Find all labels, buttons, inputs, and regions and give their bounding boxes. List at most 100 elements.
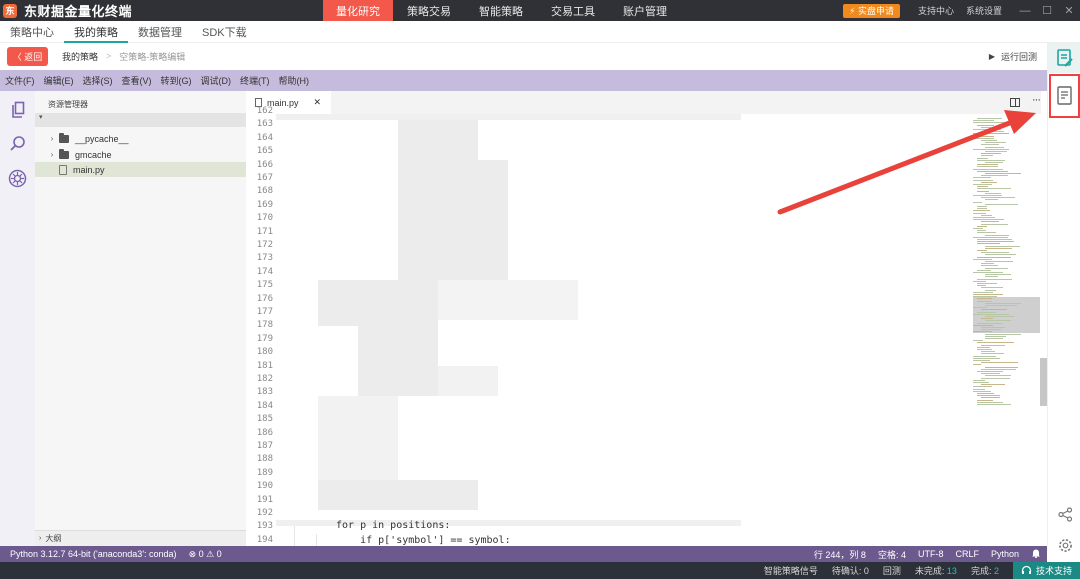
- tree-item-gmcache[interactable]: › gmcache: [35, 147, 246, 162]
- line-number: 187: [256, 441, 273, 451]
- minimap-line: [977, 208, 987, 210]
- bell-icon[interactable]: [1031, 548, 1041, 560]
- code-line-194: if p['symbol'] == symbol:: [336, 535, 511, 546]
- minimap-line: [977, 269, 991, 271]
- line-number: 182: [256, 374, 273, 384]
- tab-my-strategies[interactable]: 我的策略: [64, 21, 128, 43]
- encoding[interactable]: UTF-8: [918, 549, 944, 559]
- backtest-link[interactable]: 回测: [883, 564, 901, 577]
- system-settings-link[interactable]: 系统设置: [966, 4, 1002, 17]
- strategy-edit-icon[interactable]: [1048, 43, 1080, 73]
- tab-sdk-download[interactable]: SDK下载: [192, 21, 257, 43]
- minimap-line: [973, 137, 994, 139]
- code-area[interactable]: for p in positions: if p['symbol'] == sy…: [276, 114, 966, 546]
- explorer-root-folder[interactable]: ▾: [35, 113, 246, 127]
- line-number: 186: [256, 427, 273, 438]
- blurred-code-region: [398, 160, 508, 280]
- pending-count: 0: [863, 566, 869, 576]
- document-panel-icon[interactable]: [1049, 74, 1080, 118]
- minimap-line: [985, 320, 1012, 322]
- line-number: 169: [256, 199, 273, 210]
- minimap-line: [981, 197, 1016, 199]
- indent-guide: [316, 534, 317, 546]
- headset-icon: [1021, 565, 1032, 574]
- maximize-button[interactable]: ☐: [1036, 4, 1058, 17]
- cursor-position[interactable]: 行 244，列 8: [814, 548, 866, 561]
- minimap-line: [973, 272, 1004, 273]
- file-icon: [59, 164, 67, 175]
- minimap-line: [977, 285, 986, 287]
- minimap-line: [973, 184, 992, 185]
- menu-edit[interactable]: 编辑(E): [39, 74, 78, 87]
- menu-help[interactable]: 帮助(H): [274, 74, 314, 87]
- minimize-button[interactable]: —: [1014, 5, 1036, 17]
- minimap-line: [977, 232, 997, 234]
- close-icon[interactable]: ✕: [313, 97, 321, 108]
- back-button[interactable]: 〈 返回: [7, 46, 48, 66]
- minimap-line: [985, 203, 1019, 205]
- explorer-icon[interactable]: [8, 100, 27, 119]
- main-nav-quant-research[interactable]: 量化研究: [323, 0, 393, 21]
- line-number: 189: [256, 467, 273, 478]
- support-center-link[interactable]: 支持中心: [918, 4, 954, 17]
- minimap-line: [973, 122, 1008, 124]
- end-of-line[interactable]: CRLF: [955, 549, 979, 559]
- split-editor-icon[interactable]: [1010, 98, 1020, 107]
- close-window-button[interactable]: ✕: [1058, 4, 1080, 17]
- more-actions-icon[interactable]: ···: [1032, 94, 1041, 106]
- live-trading-button[interactable]: ⚡ 实盘申请: [843, 3, 900, 18]
- gear-icon[interactable]: [1057, 537, 1073, 553]
- indentation[interactable]: 空格: 4: [878, 548, 906, 561]
- minimap-line: [981, 181, 997, 183]
- minimap-line: [977, 206, 987, 207]
- menu-selection[interactable]: 选择(S): [78, 74, 117, 87]
- main-nav-trading-tools[interactable]: 交易工具: [537, 0, 609, 21]
- menu-file[interactable]: 文件(F): [0, 74, 39, 87]
- tab-data-management[interactable]: 数据管理: [128, 21, 192, 43]
- search-icon[interactable]: [8, 134, 27, 153]
- breadcrumb-root[interactable]: 我的策略: [62, 50, 98, 63]
- breadcrumb: 〈 返回 我的策略 > 空策略-策略编辑 ▶ 运行回测: [0, 43, 1047, 69]
- line-number: 179: [256, 333, 273, 344]
- minimap-line: [985, 151, 1008, 152]
- outline-section[interactable]: › 大纲: [35, 530, 246, 546]
- right-rail: [1047, 43, 1080, 552]
- share-icon[interactable]: [1057, 506, 1073, 522]
- minimap-line: [981, 362, 1018, 364]
- chevron-down-icon: ▾: [39, 114, 43, 121]
- done-count: 完成: 2: [971, 564, 999, 577]
- main-nav-strategy-trading[interactable]: 策略交易: [393, 0, 465, 21]
- minimap-line: [981, 214, 992, 216]
- main-nav: 量化研究 策略交易 智能策略 交易工具 账户管理: [323, 0, 681, 21]
- menu-view[interactable]: 查看(V): [117, 74, 156, 87]
- incomplete-value: 13: [946, 566, 957, 576]
- outline-label: 大纲: [45, 534, 62, 543]
- run-backtest-label: 运行回测: [1000, 52, 1037, 62]
- tab-strategy-center[interactable]: 策略中心: [0, 21, 64, 43]
- problems-count[interactable]: ⊗ 0 ⚠ 0: [189, 549, 222, 560]
- minimap-line: [973, 210, 990, 212]
- line-number: 174: [256, 266, 273, 277]
- tree-item-main-py[interactable]: main.py: [35, 162, 246, 177]
- tech-support-button[interactable]: 技术支持: [1012, 562, 1080, 579]
- minimap-line: [985, 366, 1019, 368]
- python-interpreter[interactable]: Python 3.12.7 64-bit ('anaconda3': conda…: [10, 549, 177, 559]
- minimap-line: [973, 258, 993, 260]
- minimap-line: [973, 212, 986, 214]
- smart-strategy-signal[interactable]: 智能策略信号: [764, 564, 818, 577]
- main-nav-account[interactable]: 账户管理: [609, 0, 681, 21]
- minimap-line: [977, 399, 993, 401]
- minimap-line: [973, 386, 992, 388]
- minimap[interactable]: [971, 114, 1041, 546]
- menu-debug[interactable]: 调试(D): [196, 74, 236, 87]
- main-nav-smart-strategy[interactable]: 智能策略: [465, 0, 537, 21]
- run-backtest-button[interactable]: ▶ 运行回测: [989, 50, 1037, 63]
- minimap-line: [973, 364, 982, 366]
- menu-terminal[interactable]: 终端(T): [235, 74, 274, 87]
- tree-item-pycache[interactable]: › __pycache__: [35, 131, 246, 146]
- debug-icon[interactable]: [8, 169, 27, 188]
- language-mode[interactable]: Python: [991, 549, 1019, 559]
- minimap-line: [977, 401, 1004, 403]
- line-number: 192: [256, 508, 273, 518]
- menu-goto[interactable]: 转到(G): [156, 74, 196, 87]
